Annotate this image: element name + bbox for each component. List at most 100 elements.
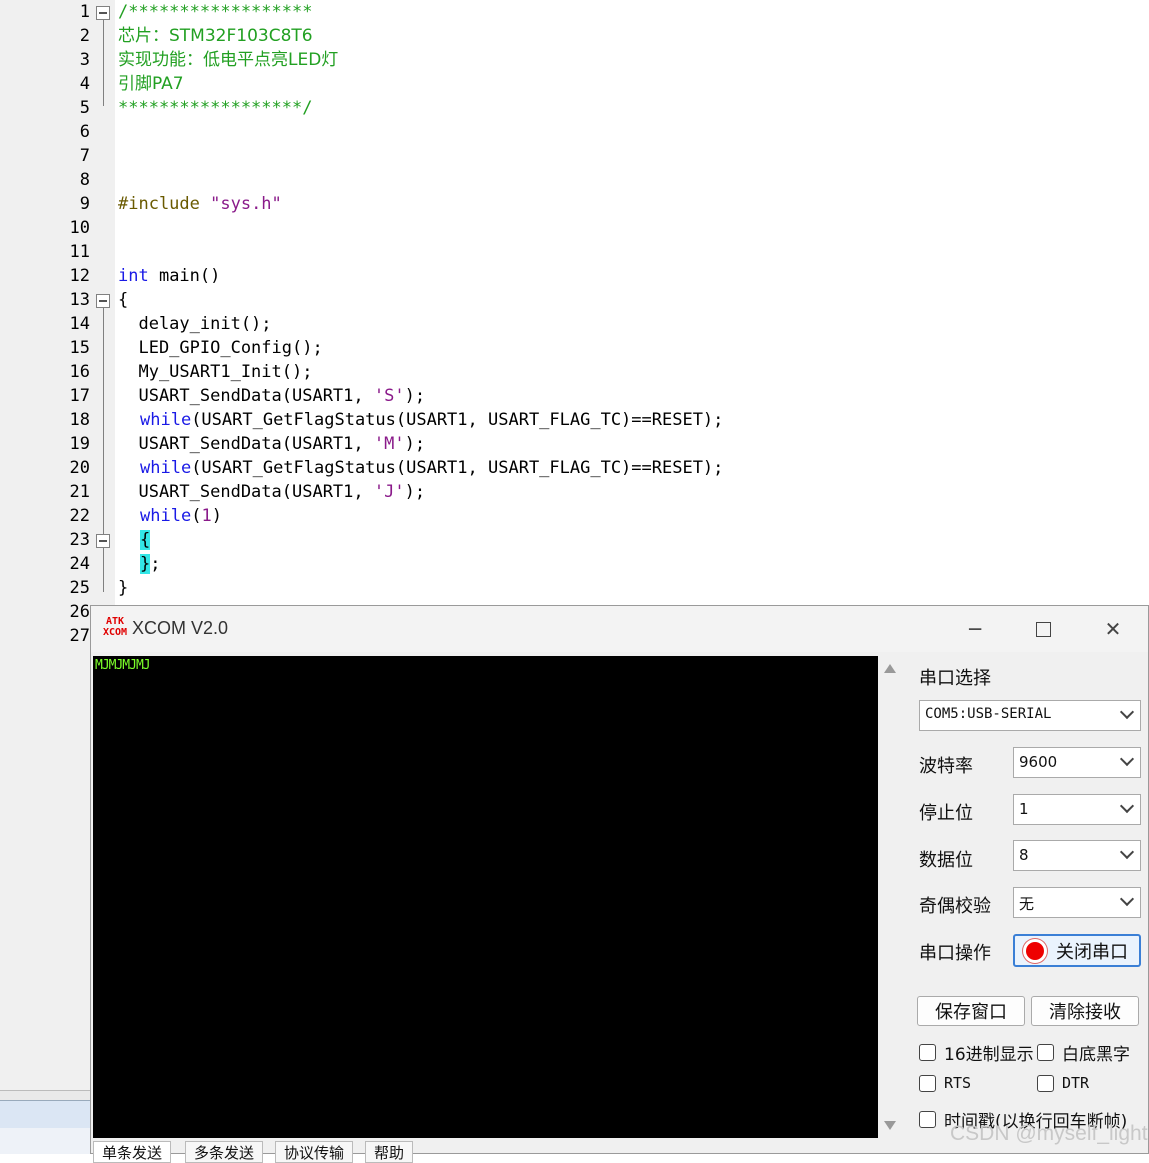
code-text: (USART_GetFlagStatus(USART1, USART_FLAG_… — [191, 410, 724, 430]
settings-panel: 串口选择 COM5:USB-SERIAL 波特率 9600 停止位 1 数据位 … — [917, 656, 1145, 1146]
receive-scrollbar[interactable] — [879, 656, 901, 1138]
port-select[interactable]: COM5:USB-SERIAL — [919, 700, 1141, 731]
port-op-label: 串口操作 — [919, 943, 991, 964]
stop-bits-select[interactable]: 1 — [1013, 794, 1141, 825]
white-bg-label: 白底黑字 — [1062, 1045, 1130, 1065]
checkbox-box — [919, 1111, 936, 1128]
line-number: 1 — [79, 2, 90, 22]
line-number: 2 — [79, 26, 90, 46]
baud-label: 波特率 — [919, 756, 973, 777]
port-select-label: 串口选择 — [919, 668, 991, 689]
char-literal: 'S' — [373, 386, 405, 406]
tab-multi-send[interactable]: 多条发送 — [185, 1141, 264, 1163]
line-number: 16 — [69, 362, 90, 382]
fold-line — [103, 308, 104, 592]
code-line-1: /****************** — [118, 2, 313, 22]
code-line-14: delay_init(); — [118, 314, 272, 334]
fold-toggle-icon[interactable] — [96, 6, 110, 20]
checkbox-box — [919, 1074, 936, 1092]
parity-value: 无 — [1019, 895, 1035, 913]
code-line-9: #include "sys.h" — [118, 192, 282, 216]
parity-label: 奇偶校验 — [919, 896, 991, 917]
code-editor[interactable]: 1 2 3 4 5 6 7 8 9 10 11 12 13 14 15 16 1… — [0, 0, 1149, 1090]
char-literal: 'J' — [373, 482, 405, 502]
maximize-icon — [1035, 621, 1051, 637]
line-number: 18 — [69, 410, 90, 430]
chevron-down-icon — [1119, 891, 1135, 907]
code-text: ) — [211, 506, 222, 526]
main-decl: main() — [148, 266, 221, 286]
xcom-logo-icon: ATK XCOM — [102, 616, 128, 640]
line-number: 23 — [69, 530, 90, 550]
save-window-label: 保存窗口 — [935, 1002, 1007, 1023]
scroll-down-icon[interactable] — [884, 1121, 896, 1130]
fold-line — [103, 20, 104, 106]
parity-select[interactable]: 无 — [1013, 887, 1141, 918]
line-number: 20 — [69, 458, 90, 478]
code-line-4: 引脚PA7 — [118, 74, 184, 94]
checkbox-box — [919, 1044, 936, 1061]
code-line-13: { — [118, 290, 129, 310]
line-number: 11 — [69, 242, 90, 262]
line-number: 8 — [79, 170, 90, 190]
hex-display-checkbox[interactable]: 16进制显示 — [919, 1040, 1034, 1065]
chevron-down-icon — [1119, 751, 1135, 767]
code-line-15: LED_GPIO_Config(); — [118, 338, 323, 358]
preprocessor-directive: #include — [118, 194, 211, 214]
minimize-icon: ─ — [968, 617, 982, 641]
white-bg-checkbox[interactable]: 白底黑字 — [1037, 1040, 1130, 1065]
line-number: 24 — [69, 554, 90, 574]
code-text: USART_SendData(USART1, — [118, 482, 374, 502]
baud-select[interactable]: 9600 — [1013, 747, 1141, 778]
dtr-label: DTR — [1062, 1074, 1090, 1092]
xcom-window[interactable]: ATK XCOM XCOM V2.0 ─ ✕ MJMJMJMJ 串口选择 COM… — [90, 605, 1149, 1163]
keyword-while: while — [140, 458, 192, 478]
code-line-2: 芯片：STM32F103C8T6 — [118, 26, 313, 46]
rts-label: RTS — [944, 1074, 972, 1092]
tab-protocol[interactable]: 协议传输 — [275, 1141, 354, 1163]
code-line-12: int main() — [118, 264, 220, 288]
tab-single-send[interactable]: 单条发送 — [93, 1141, 172, 1163]
line-number: 7 — [79, 146, 90, 166]
window-title: XCOM V2.0 — [132, 618, 229, 638]
code-line-22: while(1) — [140, 504, 222, 528]
code-line-21: USART_SendData(USART1, 'J'); — [118, 480, 425, 504]
receive-area[interactable]: MJMJMJMJ — [93, 656, 878, 1138]
stop-bits-value: 1 — [1019, 800, 1029, 818]
scroll-up-icon[interactable] — [884, 664, 896, 673]
close-port-button[interactable]: 关闭串口 — [1013, 934, 1141, 967]
data-bits-select[interactable]: 8 — [1013, 840, 1141, 871]
minimize-button[interactable]: ─ — [955, 614, 995, 644]
code-text: ( — [191, 506, 202, 526]
tab-help[interactable]: 帮助 — [365, 1141, 414, 1163]
line-number: 21 — [69, 482, 90, 502]
line-number: 10 — [69, 218, 90, 238]
baud-value: 9600 — [1019, 753, 1058, 771]
maximize-button[interactable] — [1023, 614, 1063, 644]
fold-toggle-icon[interactable] — [96, 534, 110, 548]
clear-receive-button[interactable]: 清除接收 — [1031, 996, 1139, 1026]
close-button[interactable]: ✕ — [1093, 614, 1133, 644]
hex-display-label: 16进制显示 — [944, 1045, 1034, 1065]
fold-toggle-icon[interactable] — [96, 294, 110, 308]
data-bits-label: 数据位 — [919, 850, 973, 871]
code-line-18: while(USART_GetFlagStatus(USART1, USART_… — [140, 408, 723, 432]
line-number: 19 — [69, 434, 90, 454]
rts-checkbox[interactable]: RTS — [919, 1074, 971, 1092]
save-window-button[interactable]: 保存窗口 — [917, 996, 1025, 1026]
code-line-3: 实现功能：低电平点亮LED灯 — [118, 50, 339, 70]
line-number: 6 — [79, 122, 90, 142]
line-number: 3 — [79, 50, 90, 70]
line-number: 13 — [69, 290, 90, 310]
received-text: MJMJMJMJ — [95, 658, 151, 673]
close-port-label: 关闭串口 — [1056, 941, 1128, 963]
code-line-25: } — [118, 578, 129, 598]
line-number: 22 — [69, 506, 90, 526]
title-bar[interactable]: ATK XCOM XCOM V2.0 ─ ✕ — [91, 606, 1148, 652]
char-literal: 'M' — [373, 434, 405, 454]
chevron-down-icon — [1119, 704, 1135, 720]
line-number: 5 — [79, 98, 90, 118]
dtr-checkbox[interactable]: DTR — [1037, 1074, 1089, 1092]
code-line-5: ******************/ — [118, 98, 313, 118]
code-line-20: while(USART_GetFlagStatus(USART1, USART_… — [140, 456, 723, 480]
